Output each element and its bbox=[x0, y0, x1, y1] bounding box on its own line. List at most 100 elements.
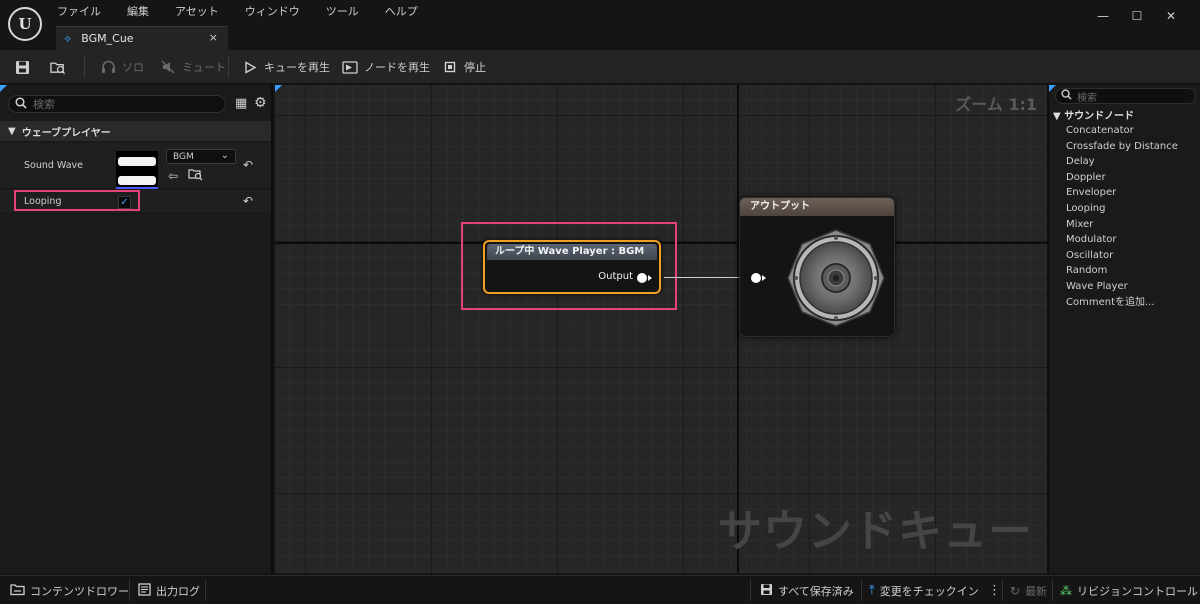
sound-wave-label: Sound Wave bbox=[24, 160, 84, 171]
table-view-icon[interactable]: ▦ bbox=[235, 96, 247, 111]
sound-node-list: Concatenator Crossfade by Distance Delay… bbox=[1066, 123, 1178, 310]
input-pin[interactable] bbox=[751, 273, 761, 283]
content-drawer-label: コンテンツドロワー bbox=[30, 584, 129, 598]
statusbar-divider bbox=[1052, 579, 1053, 601]
mute-button[interactable]: ミュート bbox=[160, 50, 226, 84]
graph-corner-marker bbox=[275, 85, 282, 92]
palette-item-crossfade-by-distance[interactable]: Crossfade by Distance bbox=[1066, 139, 1178, 155]
tab-close-icon[interactable]: × bbox=[209, 31, 218, 44]
stop-button[interactable]: 停止 bbox=[442, 50, 486, 84]
gear-icon[interactable]: ⚙ bbox=[254, 95, 267, 111]
browse-asset-button[interactable] bbox=[50, 50, 66, 84]
status-bar: コンテンツドロワー 出力ログ すべて保存済み ⤒ 変更をチェックイン ⋮ ↻ 最… bbox=[0, 575, 1200, 604]
sound-wave-asset-picker[interactable]: BGM ⌄ bbox=[166, 149, 236, 164]
output-node[interactable]: アウトプット bbox=[739, 197, 895, 337]
save-all-button[interactable]: すべて保存済み bbox=[760, 576, 854, 604]
solo-label: ソロ bbox=[122, 61, 144, 74]
looping-highlight-annotation bbox=[14, 190, 140, 211]
search-icon bbox=[1061, 89, 1072, 103]
output-log-button[interactable]: 出力ログ bbox=[138, 576, 200, 604]
sound-wave-thumbnail[interactable] bbox=[116, 151, 158, 189]
category-label: ウェーブプレイヤー bbox=[21, 127, 111, 139]
play-cue-label: キューを再生 bbox=[264, 61, 330, 74]
zoom-level: ズーム 1:1 bbox=[955, 95, 1037, 114]
source-control-icon: ⁂ bbox=[1060, 583, 1072, 598]
close-window-button[interactable]: ✕ bbox=[1154, 6, 1188, 26]
statusbar-divider bbox=[205, 579, 206, 601]
menu-edit[interactable]: 編集 bbox=[127, 4, 159, 20]
output-log-icon bbox=[138, 582, 151, 599]
minimize-button[interactable]: — bbox=[1086, 6, 1120, 26]
statusbar-divider bbox=[861, 579, 862, 601]
palette-item-oscillator[interactable]: Oscillator bbox=[1066, 248, 1178, 264]
reset-to-default-icon[interactable]: ↶ bbox=[243, 194, 253, 208]
save-button[interactable] bbox=[14, 50, 30, 84]
play-node-button[interactable]: ノードを再生 bbox=[342, 50, 430, 84]
sound-cue-graph[interactable]: ズーム 1:1 ループ中 Wave Player : BGM Output アウ… bbox=[275, 85, 1047, 573]
palette-panel: 検索 ▼ サウンドノード Concatenator Crossfade by D… bbox=[1047, 85, 1200, 573]
search-icon bbox=[15, 96, 27, 112]
palette-search-input[interactable]: 検索 bbox=[1055, 88, 1196, 104]
palette-item-enveloper[interactable]: Enveloper bbox=[1066, 185, 1178, 201]
use-selected-asset-icon[interactable]: ⇦ bbox=[168, 169, 178, 183]
play-node-label: ノードを再生 bbox=[364, 61, 430, 74]
folder-search-icon bbox=[50, 59, 66, 75]
reset-to-default-icon[interactable]: ↶ bbox=[243, 158, 253, 172]
palette-category-sound-nodes[interactable]: ▼ サウンドノード bbox=[1053, 107, 1134, 122]
toolbar-divider bbox=[84, 56, 85, 78]
check-in-changes-button[interactable]: ⤒ 変更をチェックイン bbox=[869, 576, 979, 604]
palette-item-looping[interactable]: Looping bbox=[1066, 201, 1178, 217]
palette-item-doppler[interactable]: Doppler bbox=[1066, 170, 1178, 186]
category-header-wave-player[interactable]: ▼ ウェーブプレイヤー bbox=[0, 121, 271, 141]
connection-wire[interactable] bbox=[664, 277, 750, 278]
unreal-logo-icon[interactable]: U bbox=[8, 7, 42, 41]
details-search-input[interactable]: 検索 bbox=[8, 95, 226, 113]
palette-item-add-comment[interactable]: Commentを追加... bbox=[1066, 295, 1178, 311]
menu-asset[interactable]: アセット bbox=[175, 4, 229, 20]
speaker-mute-icon bbox=[160, 59, 176, 75]
search-placeholder: 検索 bbox=[33, 98, 55, 111]
content-drawer-button[interactable]: コンテンツドロワー bbox=[10, 576, 129, 604]
source-control-button[interactable]: ⁂ リビジョンコントロール bbox=[1060, 576, 1198, 604]
palette-item-wave-player[interactable]: Wave Player bbox=[1066, 279, 1178, 295]
more-options-icon[interactable]: ⋮ bbox=[988, 576, 1001, 604]
asset-picker-value: BGM bbox=[173, 151, 194, 162]
input-pin-arrow-icon bbox=[762, 275, 766, 281]
palette-item-modulator[interactable]: Modulator bbox=[1066, 232, 1178, 248]
menu-tools[interactable]: ツール bbox=[326, 4, 369, 20]
mute-label: ミュート bbox=[182, 61, 226, 74]
stop-icon bbox=[442, 59, 458, 75]
statusbar-divider bbox=[129, 579, 130, 601]
sync-icon: ↻ bbox=[1010, 583, 1021, 598]
menu-window[interactable]: ウィンドウ bbox=[245, 4, 310, 20]
speaker-icon bbox=[787, 229, 885, 327]
check-in-label: 変更をチェックイン bbox=[879, 584, 979, 598]
menu-file[interactable]: ファイル bbox=[57, 4, 111, 20]
statusbar-divider bbox=[750, 579, 751, 601]
play-cue-button[interactable]: キューを再生 bbox=[242, 50, 330, 84]
upload-icon: ⤒ bbox=[869, 583, 875, 598]
palette-item-delay[interactable]: Delay bbox=[1066, 154, 1178, 170]
collapse-triangle-icon: ▼ bbox=[8, 125, 16, 137]
chevron-down-icon: ⌄ bbox=[220, 150, 229, 161]
latest-label: 最新 bbox=[1025, 584, 1048, 598]
palette-item-mixer[interactable]: Mixer bbox=[1066, 217, 1178, 233]
menu-help[interactable]: ヘルプ bbox=[385, 4, 428, 20]
source-control-label: リビジョンコントロール bbox=[1077, 584, 1198, 598]
play-icon bbox=[242, 59, 258, 75]
panel-corner-marker bbox=[0, 85, 7, 92]
maximize-button[interactable]: ☐ bbox=[1120, 6, 1154, 26]
save-all-icon bbox=[760, 583, 773, 599]
palette-item-concatenator[interactable]: Concatenator bbox=[1066, 123, 1178, 139]
tab-bgm-cue[interactable]: ⟡ BGM_Cue × bbox=[56, 26, 228, 50]
browse-to-asset-icon[interactable] bbox=[188, 168, 203, 184]
palette-category-label: サウンドノード bbox=[1064, 111, 1134, 122]
toolbar-divider bbox=[228, 56, 229, 78]
tab-label: BGM_Cue bbox=[81, 32, 134, 45]
search-placeholder: 検索 bbox=[1077, 92, 1097, 104]
sync-latest-button[interactable]: ↻ 最新 bbox=[1010, 576, 1047, 604]
menu-bar: ファイル 編集 アセット ウィンドウ ツール ヘルプ bbox=[57, 4, 444, 20]
solo-button[interactable]: ソロ bbox=[100, 50, 144, 84]
palette-item-random[interactable]: Random bbox=[1066, 263, 1178, 279]
thumbnail-redaction bbox=[118, 157, 156, 166]
